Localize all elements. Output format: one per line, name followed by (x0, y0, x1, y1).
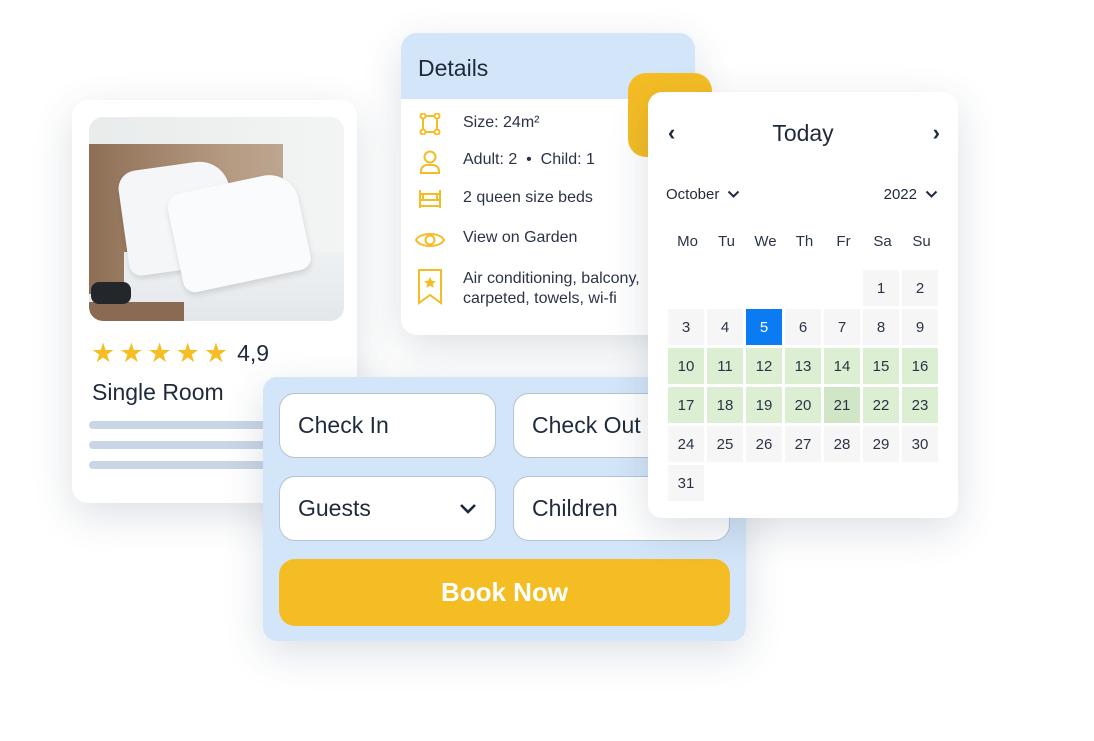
day-4[interactable]: 4 (707, 309, 743, 345)
detail-text: View on Garden (463, 229, 578, 246)
empty-cell (746, 270, 782, 306)
empty-cell (707, 270, 743, 306)
calendar: ‹ Today › October 2022 Mo Tu We Th Fr Sa Su 12… (648, 92, 958, 518)
day-2[interactable]: 2 (902, 270, 938, 306)
chevron-down-icon (925, 190, 938, 198)
chevron-right-icon[interactable]: › (933, 120, 940, 146)
day-6[interactable]: 6 (785, 309, 821, 345)
day-10[interactable]: 10 (668, 348, 704, 384)
day-16[interactable]: 16 (902, 348, 938, 384)
day-19[interactable]: 19 (746, 387, 782, 423)
guests-select[interactable]: Guests (279, 476, 496, 541)
weekday-label: Fr (836, 233, 851, 250)
room-photo (89, 117, 344, 321)
detail-occupancy: Adult: 2 • Child: 1 (415, 150, 595, 174)
day-9[interactable]: 9 (902, 309, 938, 345)
detail-size: Size: 24m² (415, 113, 539, 135)
children-label: Children (532, 495, 618, 521)
detail-text: 2 queen size beds (463, 189, 593, 206)
year-select[interactable]: 2022 (884, 186, 938, 203)
calendar-title: Today (772, 120, 834, 146)
empty-cell (785, 270, 821, 306)
check-in-label: Check In (298, 412, 389, 438)
placeholder-line (89, 461, 289, 469)
room-title: Single Room (92, 379, 224, 405)
day-7[interactable]: 7 (824, 309, 860, 345)
guests-label: Guests (298, 495, 371, 521)
day-25[interactable]: 25 (707, 426, 743, 462)
day-11[interactable]: 11 (707, 348, 743, 384)
day-21[interactable]: 21 (824, 387, 860, 423)
star-icon: ★ (175, 338, 200, 368)
weekday-label: We (754, 233, 777, 250)
day-3[interactable]: 3 (668, 309, 704, 345)
bookmark-star-icon (418, 269, 442, 305)
weekday-label: Su (912, 233, 931, 250)
day-29[interactable]: 29 (863, 426, 899, 462)
day-14[interactable]: 14 (824, 348, 860, 384)
day-23[interactable]: 23 (902, 387, 938, 423)
day-12[interactable]: 12 (746, 348, 782, 384)
size-area-icon (419, 113, 441, 135)
day-20[interactable]: 20 (785, 387, 821, 423)
detail-view: View on Garden (415, 228, 577, 252)
chevron-down-icon (460, 503, 476, 514)
placeholder-line (89, 421, 289, 429)
day-15[interactable]: 15 (863, 348, 899, 384)
weekday-label: Tu (718, 233, 735, 250)
detail-beds: 2 queen size beds (415, 188, 593, 212)
month-select[interactable]: October (666, 186, 740, 203)
month-value: October (666, 186, 720, 203)
weekday-label: Mo (677, 233, 698, 250)
day-grid: 1 2 3 4 5 6 7 8 9 10 11 12 13 14 15 16 17 18 19 20 21 22 23 24 2… (668, 270, 938, 501)
detail-text: Adult: 2 • Child: 1 (463, 151, 595, 168)
day-5[interactable]: 5 (746, 309, 782, 345)
day-17[interactable]: 17 (668, 387, 704, 423)
book-now-button[interactable]: Book Now (279, 559, 730, 626)
day-28[interactable]: 28 (824, 426, 860, 462)
day-22[interactable]: 22 (863, 387, 899, 423)
day-1[interactable]: 1 (863, 270, 899, 306)
year-value: 2022 (883, 186, 917, 203)
star-icon: ★ (91, 338, 116, 368)
empty-cell (668, 270, 704, 306)
check-in-field[interactable]: Check In (279, 393, 496, 458)
eye-icon (415, 233, 445, 247)
day-24[interactable]: 24 (668, 426, 704, 462)
star-icon: ★ (203, 338, 229, 368)
detail-text: Size: 24m² (463, 114, 540, 131)
chevron-down-icon (728, 190, 740, 198)
weekday-header: Mo Tu We Th Fr Sa Su (668, 233, 941, 250)
day-27[interactable]: 27 (785, 426, 821, 462)
rating-value: 4,9 (237, 340, 270, 366)
person-icon (420, 150, 440, 174)
day-31[interactable]: 31 (668, 465, 704, 501)
empty-cell (824, 270, 860, 306)
check-out-label: Check Out (532, 412, 641, 438)
star-icon: ★ (147, 338, 172, 368)
detail-amenities: Air conditioning, balcony, carpeted, tow… (415, 269, 655, 309)
day-13[interactable]: 13 (785, 348, 821, 384)
star-icon: ★ (119, 338, 144, 368)
weekday-label: Sa (873, 233, 892, 250)
detail-text: Air conditioning, balcony, carpeted, tow… (463, 270, 640, 307)
weekday-label: Th (795, 233, 814, 250)
day-18[interactable]: 18 (707, 387, 743, 423)
day-8[interactable]: 8 (863, 309, 899, 345)
placeholder-line (89, 441, 289, 449)
bed-icon (419, 190, 441, 208)
day-30[interactable]: 30 (902, 426, 938, 462)
rating: ★ ★ ★ ★ ★ 4,9 (91, 340, 269, 367)
day-26[interactable]: 26 (746, 426, 782, 462)
